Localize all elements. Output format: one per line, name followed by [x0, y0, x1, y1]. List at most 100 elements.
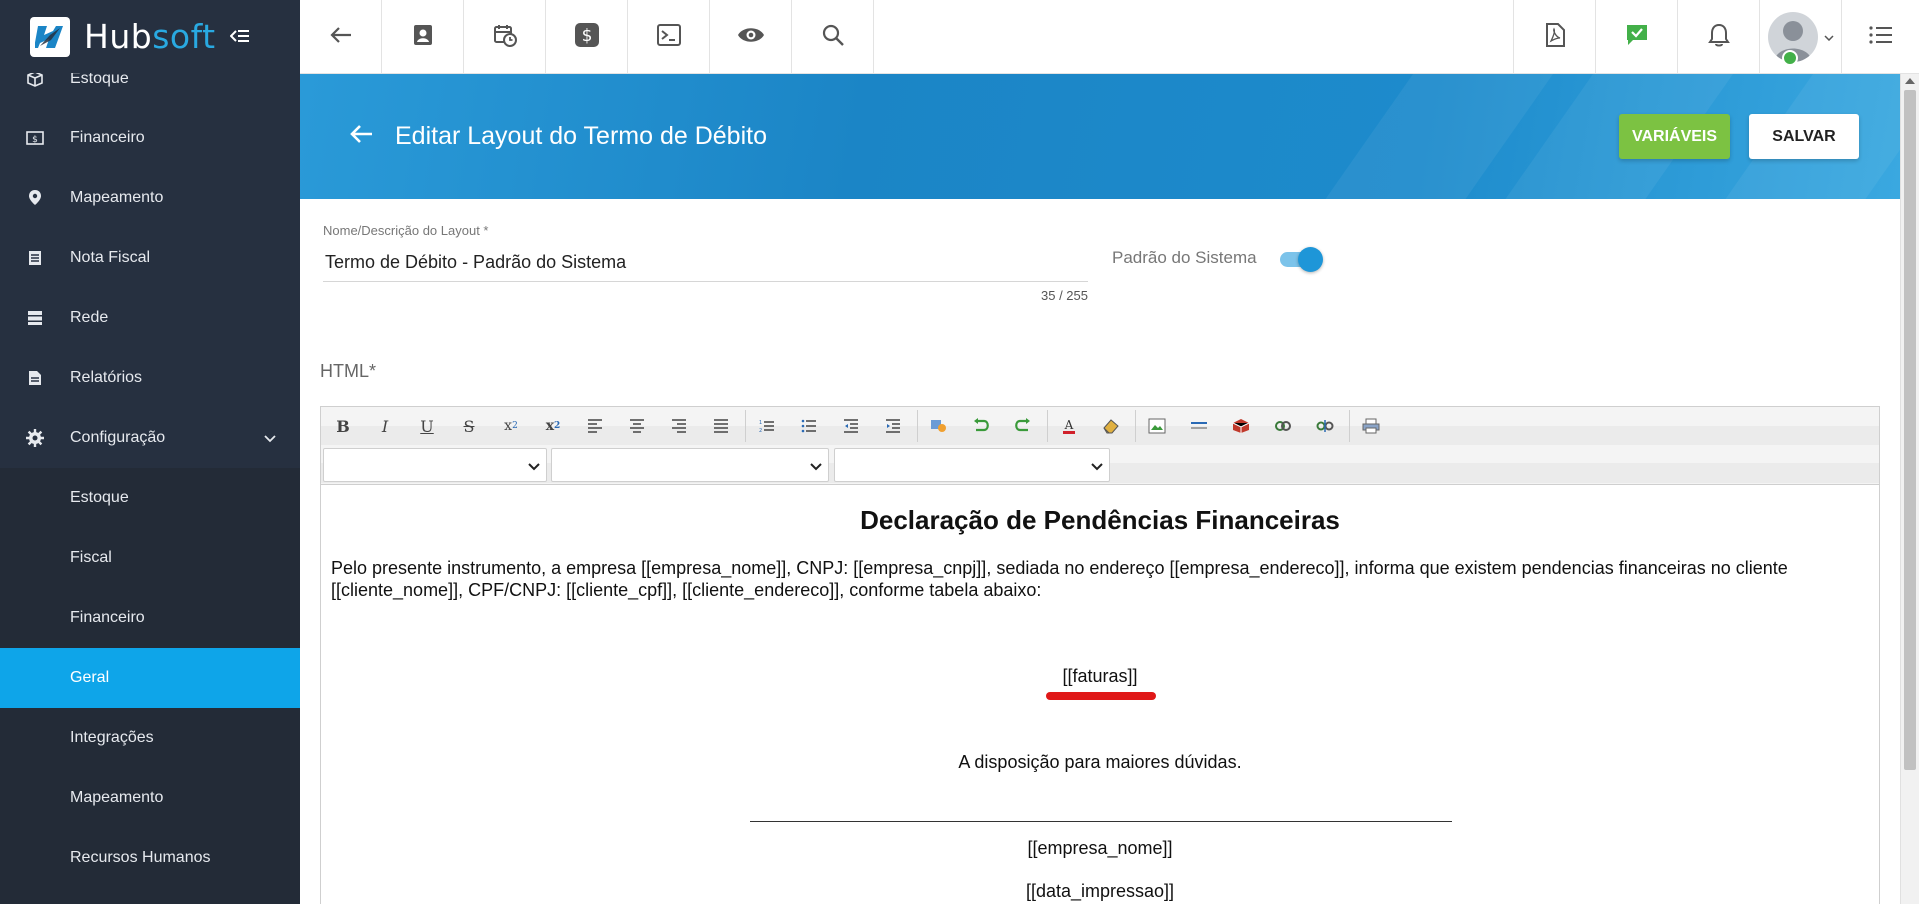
sidebar-subitem-mapeamento[interactable]: Mapeamento: [0, 768, 300, 828]
document-closing: A disposição para maiores dúvidas.: [958, 752, 1242, 772]
chevron-down-icon: [810, 458, 822, 476]
align-left-icon: [588, 419, 602, 433]
sidebar-item-label: Financeiro: [70, 129, 145, 146]
menu-list-button[interactable]: [1841, 0, 1919, 74]
indent-button[interactable]: [875, 412, 911, 440]
report-icon: [0, 370, 70, 386]
remove-link-button[interactable]: [1307, 412, 1343, 440]
toolbar-separator: [1047, 410, 1048, 442]
editor-document[interactable]: Declaração de Pendências Financeiras Pel…: [321, 486, 1879, 904]
arrow-left-icon[interactable]: [350, 124, 374, 149]
bold-button[interactable]: B: [325, 412, 361, 440]
collapse-menu-icon[interactable]: [229, 24, 250, 50]
align-center-icon: [630, 419, 644, 433]
indent-icon: [886, 419, 900, 433]
sidebar-subitem-label: Geral: [70, 669, 110, 686]
faturas-placeholder: [[faturas]]: [1062, 666, 1138, 686]
layout-name-label: Nome/Descrição do Layout *: [323, 223, 489, 238]
brand-bar: Hubsoft: [0, 0, 300, 73]
box-icon: [0, 71, 70, 87]
scrollbar-thumb[interactable]: [1904, 90, 1916, 770]
sidebar-item-configuracao[interactable]: Configuração: [0, 408, 300, 468]
subscript-button[interactable]: x2: [493, 412, 529, 440]
terminal-button[interactable]: [628, 0, 710, 74]
align-right-button[interactable]: [661, 412, 697, 440]
search-button[interactable]: [792, 0, 874, 74]
sidebar-item-nota-fiscal[interactable]: Nota Fiscal: [0, 228, 300, 288]
strikethrough-button[interactable]: S: [451, 412, 487, 440]
font-family-select[interactable]: [551, 448, 829, 482]
variables-button[interactable]: VARIÁVEIS: [1619, 114, 1730, 159]
sidebar-subitem-estoque[interactable]: Estoque: [0, 468, 300, 528]
search-icon: [822, 24, 844, 51]
redo-button[interactable]: [1005, 412, 1041, 440]
align-right-icon: [672, 419, 686, 433]
format-select[interactable]: [323, 448, 547, 482]
sidebar-subitem-label: Integrações: [70, 729, 154, 746]
char-counter: 35 / 255: [1041, 288, 1088, 303]
svg-text:$: $: [581, 26, 592, 46]
ordered-list-button[interactable]: 12: [749, 412, 785, 440]
sidebar-subitem-recursos-humanos[interactable]: Recursos Humanos: [0, 828, 300, 888]
sidebar-item-financeiro[interactable]: $ Financeiro: [0, 108, 300, 168]
sidebar-subitem-label: Fiscal: [70, 549, 112, 566]
gear-icon: [0, 429, 70, 447]
horizontal-rule-icon: [1191, 422, 1207, 429]
signature-line: [750, 821, 1452, 822]
schedule-button[interactable]: [464, 0, 546, 74]
page-scrollbar[interactable]: [1900, 74, 1919, 904]
layout-name-input[interactable]: [323, 244, 1088, 282]
link-icon: [1275, 421, 1291, 431]
chevron-down-icon: [1091, 458, 1103, 476]
contact-button[interactable]: [382, 0, 464, 74]
scroll-up-icon[interactable]: [1905, 78, 1915, 84]
system-default-toggle[interactable]: [1278, 247, 1324, 272]
toolbar-separator: [745, 410, 746, 442]
toolbar-separator: [1349, 410, 1350, 442]
chevron-down-icon: [528, 458, 540, 476]
back-button[interactable]: [300, 0, 382, 74]
sidebar-item-label: Nota Fiscal: [70, 249, 151, 266]
align-center-button[interactable]: [619, 412, 655, 440]
document-icon: [0, 250, 70, 266]
unordered-list-button[interactable]: [791, 412, 827, 440]
justify-button[interactable]: [703, 412, 739, 440]
sidebar-subitem-integracoes[interactable]: Integrações: [0, 708, 300, 768]
pdf-button[interactable]: [1513, 0, 1595, 74]
insert-link-button[interactable]: [1265, 412, 1301, 440]
bell-icon: [1707, 23, 1730, 52]
pdf-file-icon: [1545, 22, 1565, 52]
chat-check-icon: [1625, 23, 1649, 52]
package-icon: [1232, 419, 1250, 433]
sidebar-subitem-geral[interactable]: Geral: [0, 648, 300, 708]
sidebar-item-mapeamento[interactable]: Mapeamento: [0, 168, 300, 228]
clear-format-button[interactable]: [1093, 412, 1129, 440]
finance-button[interactable]: $: [546, 0, 628, 74]
notifications-button[interactable]: [1677, 0, 1759, 74]
font-size-select[interactable]: [834, 448, 1110, 482]
text-color-button[interactable]: A: [1051, 412, 1087, 440]
insert-image-button[interactable]: [1139, 412, 1175, 440]
superscript-button[interactable]: x2: [535, 412, 571, 440]
sidebar-item-relatorios[interactable]: Relatórios: [0, 348, 300, 408]
undo-button[interactable]: [963, 412, 999, 440]
svg-text:$: $: [32, 135, 38, 145]
align-left-button[interactable]: [577, 412, 613, 440]
messages-button[interactable]: [1595, 0, 1677, 74]
outdent-button[interactable]: [833, 412, 869, 440]
find-replace-button[interactable]: [921, 412, 957, 440]
user-menu-button[interactable]: [1759, 0, 1841, 74]
sidebar-subitem-fiscal[interactable]: Fiscal: [0, 528, 300, 588]
italic-button[interactable]: I: [367, 412, 403, 440]
eraser-icon: [1103, 419, 1119, 434]
sidebar-subitem-financeiro[interactable]: Financeiro: [0, 588, 300, 648]
horizontal-rule-button[interactable]: [1181, 412, 1217, 440]
view-button[interactable]: [710, 0, 792, 74]
sidebar-item-rede[interactable]: Rede: [0, 288, 300, 348]
save-button[interactable]: SALVAR: [1749, 114, 1859, 159]
unlink-icon: [1316, 420, 1334, 432]
print-button[interactable]: [1353, 412, 1389, 440]
insert-table-button[interactable]: [1223, 412, 1259, 440]
sidebar-subitem-label: Financeiro: [70, 609, 145, 626]
underline-button[interactable]: U: [409, 412, 445, 440]
